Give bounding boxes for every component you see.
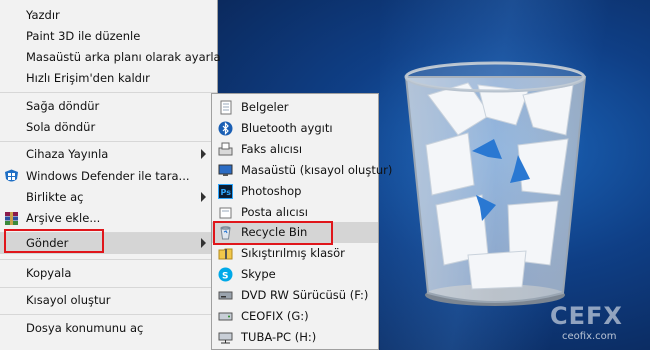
send-to-label: Belgeler — [241, 100, 289, 114]
send-to-label: Photoshop — [241, 184, 302, 198]
menu-item-label: Kopyala — [26, 266, 72, 280]
bluetooth-icon — [218, 121, 233, 136]
send-to-drive-g[interactable]: CEOFIX (G:) — [212, 306, 378, 327]
menu-item-label: Windows Defender ile tara... — [26, 169, 190, 183]
menu-item-create-shortcut[interactable]: Kısayol oluştur — [0, 290, 217, 311]
menu-item-label: Arşive ekle... — [26, 211, 101, 225]
recycle-bin-image — [404, 61, 587, 306]
menu-separator — [0, 287, 217, 288]
menu-item-open-file-location[interactable]: Dosya konumunu aç — [0, 318, 217, 339]
mail-icon — [219, 207, 232, 219]
menu-item-rotate-left[interactable]: Sola döndür — [0, 117, 217, 138]
send-to-label: CEOFIX (G:) — [241, 309, 309, 323]
menu-item-label: Sola döndür — [26, 120, 96, 134]
highlight-box-recycle-bin — [213, 221, 333, 245]
context-menu: Yazdır Paint 3D ile düzenle Masaüstü ark… — [0, 0, 221, 350]
svg-text:S: S — [222, 272, 228, 282]
menu-separator — [0, 92, 217, 93]
send-to-documents[interactable]: Belgeler — [212, 97, 378, 118]
send-to-label: Bluetooth aygıtı — [241, 121, 333, 135]
send-to-label: Sıkıştırılmış klasör — [241, 246, 345, 260]
winrar-archive-icon — [5, 212, 18, 225]
send-to-network-drive[interactable]: TUBA-PC (H:) — [212, 327, 378, 348]
menu-item-label: Dosya konumunu aç — [26, 321, 144, 335]
menu-item-print[interactable]: Yazdır — [0, 5, 217, 26]
menu-item-open-with[interactable]: Birlikte aç — [0, 187, 217, 208]
send-to-label: Skype — [241, 267, 276, 281]
send-to-bluetooth[interactable]: Bluetooth aygıtı — [212, 118, 378, 139]
menu-item-label: Birlikte aç — [26, 190, 84, 204]
send-to-label: DVD RW Sürücüsü (F:) — [241, 288, 369, 302]
dvd-drive-icon — [218, 291, 233, 300]
menu-item-remove-quick-access[interactable]: Hızlı Erişim'den kaldır — [0, 68, 217, 89]
photoshop-icon: Ps — [218, 184, 233, 199]
menu-item-set-wallpaper[interactable]: Masaüstü arka planı olarak ayarla — [0, 47, 221, 68]
menu-item-copy[interactable]: Kopyala — [0, 263, 217, 284]
send-to-label: Faks alıcısı — [241, 142, 303, 156]
network-drive-icon — [218, 332, 233, 344]
svg-text:Ps: Ps — [221, 188, 232, 197]
menu-item-label: Cihaza Yayınla — [26, 147, 109, 161]
menu-item-add-archive[interactable]: Arşive ekle... — [0, 208, 217, 229]
menu-separator — [0, 259, 217, 260]
menu-item-label: Masaüstü arka planı olarak ayarla — [26, 50, 221, 64]
menu-item-label: Sağa döndür — [26, 99, 100, 113]
submenu-arrow-icon — [201, 192, 206, 202]
skype-icon: S — [218, 267, 233, 282]
menu-separator — [0, 314, 217, 315]
menu-item-rotate-right[interactable]: Sağa döndür — [0, 96, 217, 117]
send-to-skype[interactable]: S Skype — [212, 264, 378, 285]
send-to-label: Posta alıcısı — [241, 205, 308, 219]
submenu-arrow-icon — [201, 149, 206, 159]
menu-item-label: Hızlı Erişim'den kaldır — [26, 71, 150, 85]
menu-separator — [0, 141, 217, 142]
fax-icon — [218, 142, 233, 156]
menu-item-label: Paint 3D ile düzenle — [26, 29, 141, 43]
send-to-mail[interactable]: Posta alıcısı — [212, 202, 378, 223]
send-to-zip[interactable]: Sıkıştırılmış klasör — [212, 243, 378, 264]
desktop-icon — [218, 164, 233, 176]
submenu-arrow-icon — [201, 238, 206, 248]
menu-item-label: Kısayol oluştur — [26, 293, 111, 307]
send-to-photoshop[interactable]: Ps Photoshop — [212, 181, 378, 202]
zip-folder-icon — [218, 248, 233, 260]
menu-item-label: Yazdır — [26, 8, 60, 22]
send-to-fax[interactable]: Faks alıcısı — [212, 139, 378, 160]
menu-item-edit-paint3d[interactable]: Paint 3D ile düzenle — [0, 26, 217, 47]
watermark-url: ceofix.com — [562, 331, 617, 342]
documents-icon — [220, 100, 232, 115]
windows-defender-icon — [5, 169, 18, 182]
send-to-label: TUBA-PC (H:) — [241, 330, 317, 344]
send-to-label: Masaüstü (kısayol oluştur) — [241, 163, 393, 177]
watermark: CEFX ceofix.com — [548, 302, 648, 348]
send-to-desktop-shortcut[interactable]: Masaüstü (kısayol oluştur) — [212, 160, 392, 181]
highlight-box-send-to — [4, 229, 104, 253]
drive-icon — [218, 312, 233, 321]
menu-item-cast-to-device[interactable]: Cihaza Yayınla — [0, 144, 217, 165]
menu-item-defender-scan[interactable]: Windows Defender ile tara... — [0, 166, 217, 187]
watermark-logo: CEFX — [550, 302, 623, 330]
send-to-dvd-drive[interactable]: DVD RW Sürücüsü (F:) — [212, 285, 378, 306]
